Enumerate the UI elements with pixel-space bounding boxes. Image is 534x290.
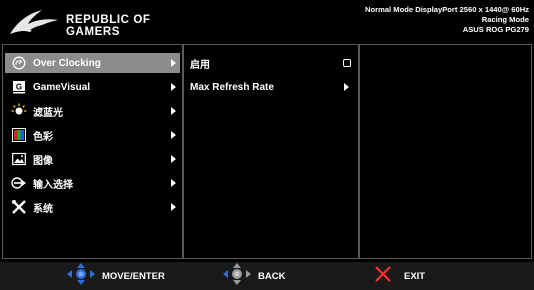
- menu-item-bluelight-filter[interactable]: 滤蓝光: [5, 101, 180, 121]
- rog-eye-icon: [10, 10, 58, 34]
- submenu-panel: 启用 Max Refresh Rate: [183, 44, 359, 259]
- chevron-right-icon: [171, 203, 176, 211]
- menu-item-label: 系统: [33, 203, 53, 215]
- input-select-icon: [11, 175, 27, 191]
- menu-item-color[interactable]: 色彩: [5, 125, 180, 145]
- status-model: ASUS ROG PG279: [462, 25, 529, 34]
- main-menu-panel: Over Clocking G GameVisual 滤蓝光 色彩 图像 输入选…: [2, 44, 183, 259]
- menu-item-label: 色彩: [33, 131, 53, 143]
- brand-line-2: GAMERS: [66, 26, 121, 38]
- system-tools-icon: [11, 199, 27, 215]
- submenu-item-enable[interactable]: 启用: [190, 53, 354, 73]
- submenu-item-max-refresh-rate[interactable]: Max Refresh Rate: [190, 77, 354, 97]
- back-hint[interactable]: BACK: [222, 262, 285, 290]
- chevron-right-icon: [171, 107, 176, 115]
- brand-name: REPUBLIC OF GAMERS: [66, 14, 151, 38]
- menu-item-label: 图像: [33, 155, 53, 167]
- menu-item-over-clocking[interactable]: Over Clocking: [5, 53, 180, 73]
- osd-header: REPUBLIC OF GAMERS Normal Mode DisplayPo…: [0, 0, 534, 44]
- osd-footer: MOVE/ENTER BACK EXIT: [0, 262, 534, 290]
- svg-text:G: G: [16, 83, 22, 92]
- exit-label: EXIT: [404, 270, 426, 282]
- status-game-mode: Racing Mode: [481, 15, 529, 24]
- chevron-right-icon: [171, 179, 176, 187]
- color-icon: [11, 127, 27, 143]
- gamevisual-icon: G: [11, 79, 27, 95]
- chevron-right-icon: [171, 131, 176, 139]
- close-icon: [374, 265, 392, 288]
- bluelight-filter-icon: [11, 103, 27, 119]
- move-enter-label: MOVE/ENTER: [102, 270, 165, 282]
- value-panel: [359, 44, 532, 259]
- display-status: Normal Mode DisplayPort 2560 x 1440@ 60H…: [365, 5, 529, 35]
- joystick-back-icon: [222, 262, 252, 290]
- enable-checkbox[interactable]: [343, 59, 351, 67]
- menu-item-system[interactable]: 系统: [5, 197, 180, 217]
- menu-item-label: 输入选择: [33, 179, 73, 191]
- chevron-right-icon: [171, 155, 176, 163]
- submenu-item-label: Max Refresh Rate: [190, 81, 274, 93]
- chevron-right-icon: [344, 83, 349, 91]
- menu-item-label: 滤蓝光: [33, 107, 63, 119]
- move-enter-hint[interactable]: MOVE/ENTER: [66, 262, 165, 290]
- brand-line-1: REPUBLIC OF: [66, 14, 151, 26]
- back-label: BACK: [258, 270, 286, 282]
- menu-item-label: Over Clocking: [33, 57, 101, 69]
- menu-item-input-select[interactable]: 输入选择: [5, 173, 180, 193]
- exit-hint[interactable]: EXIT: [374, 262, 425, 290]
- overclock-icon: [11, 55, 27, 71]
- chevron-right-icon: [171, 59, 176, 67]
- status-mode-input: Normal Mode DisplayPort 2560 x 1440@ 60H…: [365, 5, 529, 14]
- menu-item-gamevisual[interactable]: G GameVisual: [5, 77, 180, 97]
- menu-item-image[interactable]: 图像: [5, 149, 180, 169]
- submenu-item-label: 启用: [190, 59, 210, 71]
- image-icon: [11, 151, 27, 167]
- chevron-right-icon: [171, 83, 176, 91]
- joystick-move-icon: [66, 262, 96, 290]
- menu-item-label: GameVisual: [33, 81, 91, 93]
- rog-logo: REPUBLIC OF GAMERS: [8, 6, 158, 40]
